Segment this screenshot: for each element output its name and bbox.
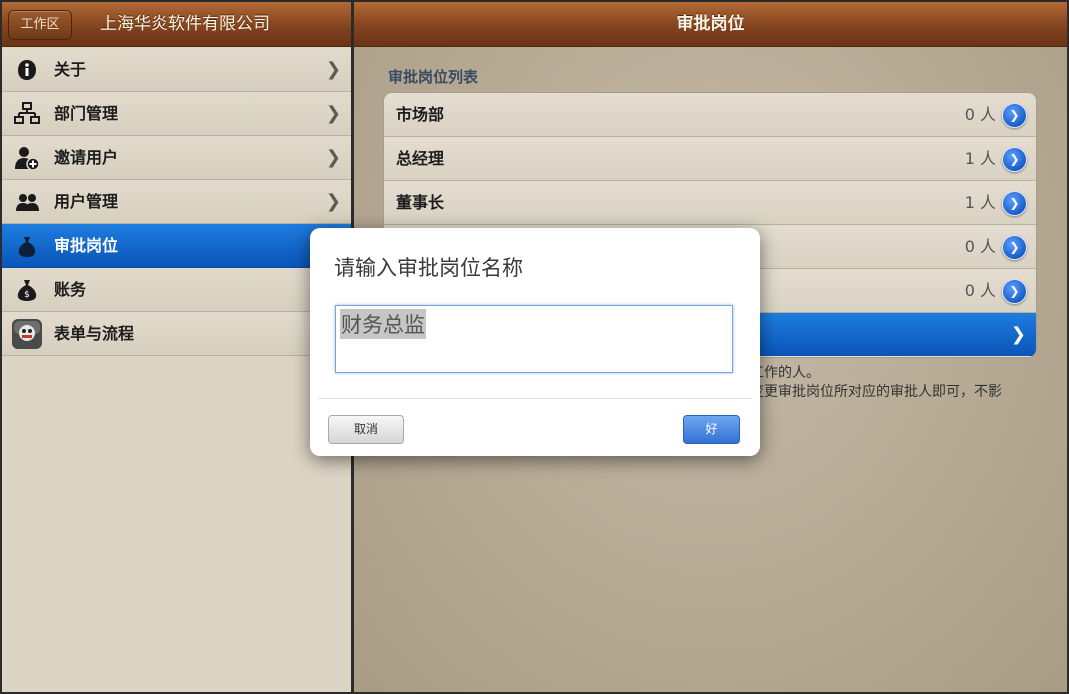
ok-button[interactable]: 好 — [683, 415, 740, 444]
input-value: 财务总监 — [340, 309, 426, 339]
position-name-input[interactable]: 财务总监 — [335, 305, 733, 373]
cancel-button[interactable]: 取消 — [328, 415, 404, 444]
divider — [318, 398, 752, 399]
name-input-dialog: 请输入审批岗位名称 财务总监 取消 好 — [310, 228, 760, 456]
dialog-title: 请输入审批岗位名称 — [334, 256, 523, 280]
